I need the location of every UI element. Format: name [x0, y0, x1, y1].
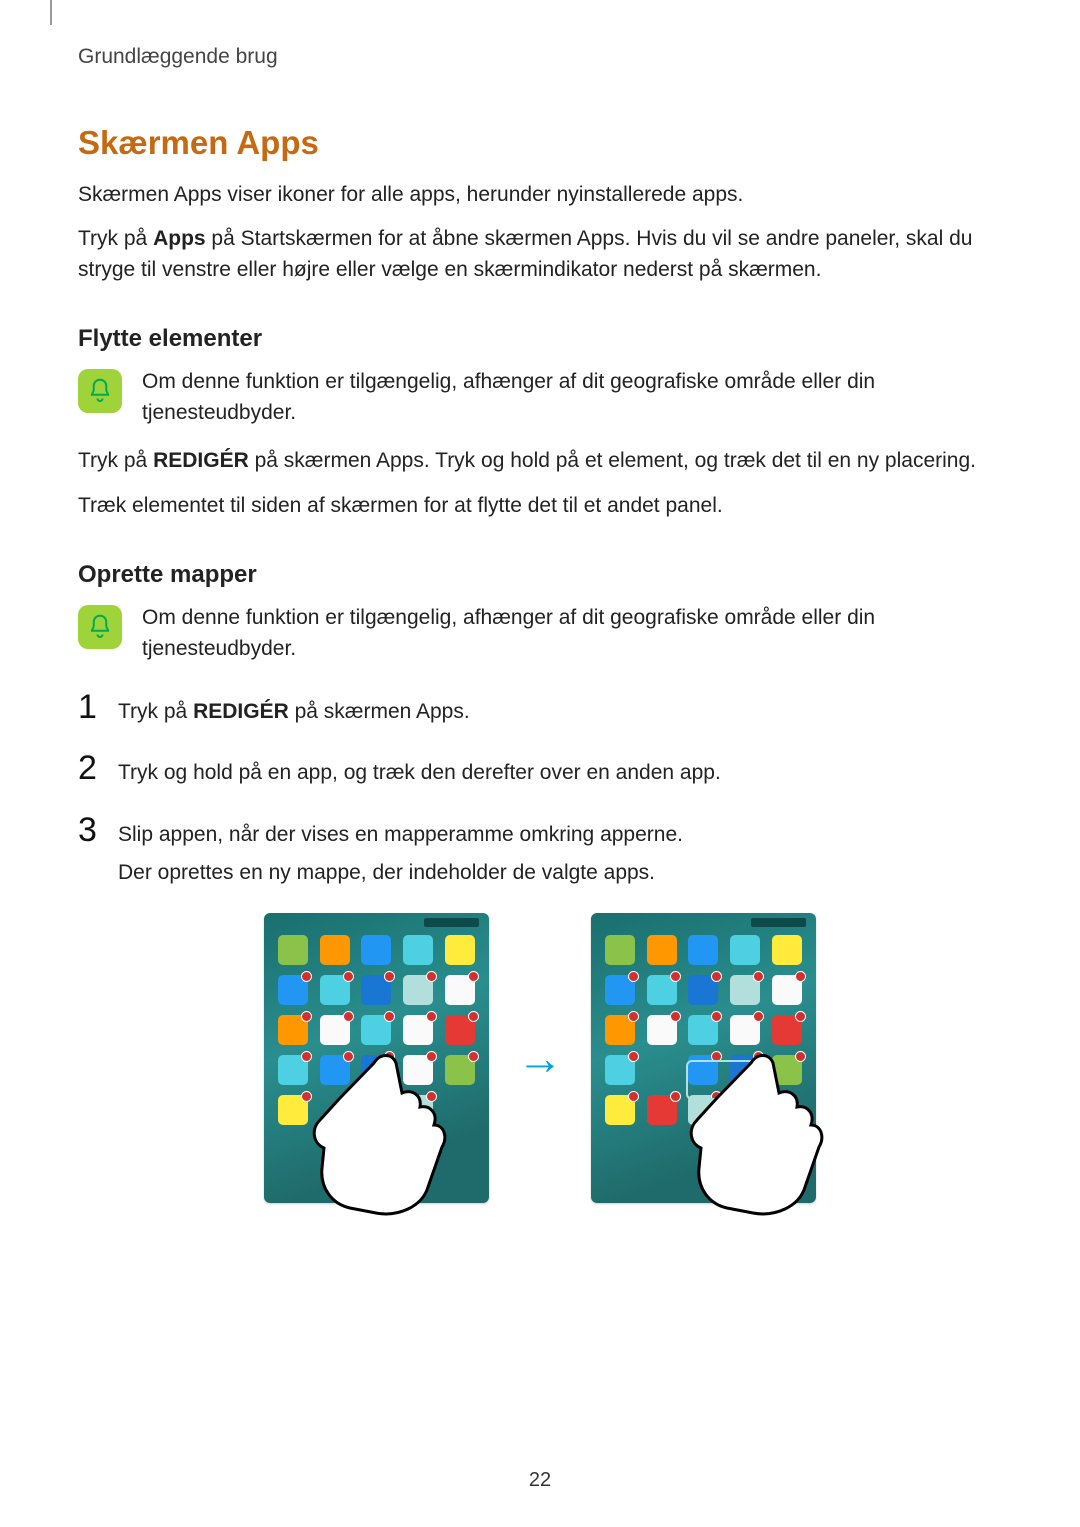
step-1: 1 Tryk på REDIGÉR på skærmen Apps.: [78, 688, 1002, 727]
note-text: Om denne funktion er tilgængelig, afhæng…: [142, 367, 962, 428]
page-number: 22: [0, 1469, 1080, 1492]
intro-paragraph-2: Tryk på Apps på Startskærmen for at åbne…: [78, 224, 998, 285]
illustration-tablet-before: [264, 913, 489, 1203]
page-title: Skærmen Apps: [78, 124, 1002, 162]
subheading-folders: Oprette mapper: [78, 561, 1002, 589]
move-text-1: Tryk på REDIGÉR på skærmen Apps. Tryk og…: [78, 446, 998, 476]
step-number: 3: [78, 811, 104, 850]
note-folders: Om denne funktion er tilgængelig, afhæng…: [78, 603, 1002, 664]
arrow-right-icon: →: [517, 1035, 563, 1081]
subheading-move: Flytte elementer: [78, 325, 1002, 353]
step-3: 3 Slip appen, når der vises en mapperamm…: [78, 811, 1002, 889]
step-number: 2: [78, 749, 104, 788]
note-icon: [78, 369, 122, 413]
step-number: 1: [78, 688, 104, 727]
note-move: Om denne funktion er tilgængelig, afhæng…: [78, 367, 1002, 428]
note-text: Om denne funktion er tilgængelig, afhæng…: [142, 603, 962, 664]
illustration-tablet-after: [591, 913, 816, 1203]
drag-arrow-icon: [359, 1068, 395, 1092]
chapter-label: Grundlæggende brug: [78, 45, 1002, 69]
move-text-2: Træk elementet til siden af skærmen for …: [78, 491, 998, 521]
folder-frame-outline: [686, 1060, 764, 1100]
intro-paragraph-1: Skærmen Apps viser ikoner for alle apps,…: [78, 180, 998, 210]
step-2: 2 Tryk og hold på en app, og træk den de…: [78, 749, 1002, 788]
note-icon: [78, 605, 122, 649]
